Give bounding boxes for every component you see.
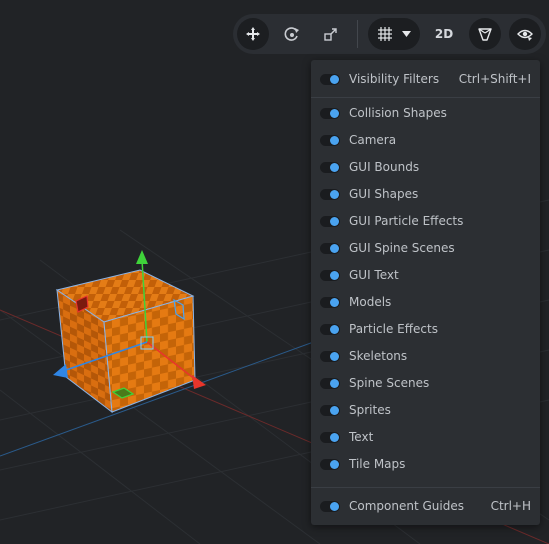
view-2d-label: 2D: [434, 27, 454, 41]
shortcut-label: Ctrl+H: [490, 499, 531, 513]
menu-item-collision-shapes[interactable]: Collision Shapes: [311, 102, 540, 126]
menu-item-label: GUI Spine Scenes: [349, 241, 455, 255]
component-guides-toggle[interactable]: Component Guides Ctrl+H: [311, 495, 540, 519]
menu-item-label: Particle Effects: [349, 322, 438, 336]
menu-item-label: GUI Text: [349, 268, 399, 282]
menu-item-label: GUI Particle Effects: [349, 214, 464, 228]
shortcut-label: Ctrl+Shift+I: [458, 72, 531, 86]
toggle-switch[interactable]: [320, 501, 340, 512]
menu-separator: [311, 97, 540, 98]
toggle-switch[interactable]: [320, 135, 340, 146]
visibility-button[interactable]: [509, 18, 541, 50]
menu-item-label: Component Guides: [349, 499, 464, 513]
toggle-switch[interactable]: [320, 243, 340, 254]
toggle-switch[interactable]: [320, 216, 340, 227]
menu-item-label: Spine Scenes: [349, 376, 430, 390]
toggle-switch[interactable]: [320, 189, 340, 200]
menu-item-gui-shapes[interactable]: GUI Shapes: [311, 183, 540, 207]
menu-item-particle-effects[interactable]: Particle Effects: [311, 318, 540, 342]
menu-item-label: Visibility Filters: [349, 72, 440, 86]
toggle-switch[interactable]: [320, 324, 340, 335]
toggle-switch[interactable]: [320, 405, 340, 416]
toggle-switch[interactable]: [320, 459, 340, 470]
move-tool-icon: [246, 27, 260, 41]
menu-item-text[interactable]: Text: [311, 426, 540, 450]
camera-frustum-icon: [478, 28, 492, 41]
rotate-tool-icon: [284, 27, 299, 41]
grid-dropdown-button[interactable]: [368, 18, 420, 50]
toggle-switch[interactable]: [320, 351, 340, 362]
view-2d-button[interactable]: 2D: [427, 18, 461, 50]
menu-item-gui-text[interactable]: GUI Text: [311, 264, 540, 288]
grid-icon: [377, 27, 392, 41]
menu-item-label: Camera: [349, 133, 397, 147]
toolbar-divider: [357, 20, 358, 48]
chevron-down-icon: [401, 31, 411, 37]
toggle-switch[interactable]: [320, 297, 340, 308]
menu-item-spine-scenes[interactable]: Spine Scenes: [311, 372, 540, 396]
menu-item-label: Collision Shapes: [349, 106, 447, 120]
eye-icon: [517, 29, 533, 41]
menu-item-label: Tile Maps: [349, 457, 406, 471]
toggle-switch[interactable]: [320, 270, 340, 281]
scale-tool-icon: [324, 28, 337, 41]
move-tool-button[interactable]: [237, 18, 269, 50]
scale-tool-button[interactable]: [315, 18, 347, 50]
menu-item-sprites[interactable]: Sprites: [311, 399, 540, 423]
menu-item-skeletons[interactable]: Skeletons: [311, 345, 540, 369]
menu-item-label: GUI Shapes: [349, 187, 419, 201]
rotate-tool-button[interactable]: [276, 18, 308, 50]
menu-item-gui-bounds[interactable]: GUI Bounds: [311, 156, 540, 180]
toggle-switch[interactable]: [320, 74, 340, 85]
menu-item-camera[interactable]: Camera: [311, 129, 540, 153]
menu-item-gui-particle-effects[interactable]: GUI Particle Effects: [311, 210, 540, 234]
menu-item-gui-spine-scenes[interactable]: GUI Spine Scenes: [311, 237, 540, 261]
menu-item-label: GUI Bounds: [349, 160, 420, 174]
menu-item-label: Text: [349, 430, 374, 444]
toggle-switch[interactable]: [320, 162, 340, 173]
menu-item-label: Skeletons: [349, 349, 408, 363]
visibility-filters-menu: Visibility Filters Ctrl+Shift+I Collisio…: [311, 60, 540, 525]
visibility-filters-toggle[interactable]: Visibility Filters Ctrl+Shift+I: [311, 68, 540, 92]
menu-item-label: Models: [349, 295, 392, 309]
toggle-switch[interactable]: [320, 108, 340, 119]
menu-item-tile-maps[interactable]: Tile Maps: [311, 453, 540, 477]
toggle-switch[interactable]: [320, 432, 340, 443]
menu-item-label: Sprites: [349, 403, 391, 417]
scene-toolbar: 2D: [233, 14, 546, 54]
menu-item-models[interactable]: Models: [311, 291, 540, 315]
menu-separator: [311, 487, 540, 488]
perspective-button[interactable]: [469, 18, 501, 50]
toggle-switch[interactable]: [320, 378, 340, 389]
